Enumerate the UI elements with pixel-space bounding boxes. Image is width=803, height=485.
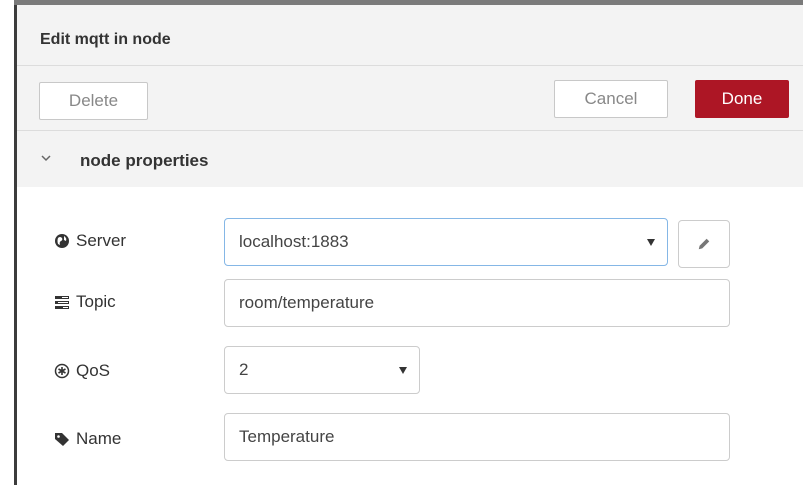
left-gutter bbox=[0, 0, 14, 485]
name-input-value: Temperature bbox=[239, 427, 335, 446]
topic-label-text: Topic bbox=[76, 292, 116, 311]
tasks-icon bbox=[55, 296, 69, 309]
tag-icon bbox=[55, 433, 69, 446]
dialog-title: Edit mqtt in node bbox=[40, 31, 171, 48]
server-select-value: localhost:1883 bbox=[239, 232, 349, 251]
qos-label: QoS bbox=[54, 361, 110, 381]
name-input[interactable]: Temperature bbox=[224, 413, 730, 461]
server-label-text: Server bbox=[76, 231, 127, 250]
pencil-icon bbox=[698, 238, 710, 250]
name-label: Name bbox=[54, 429, 121, 449]
dialog-button-bar: Delete Cancel Done bbox=[17, 66, 803, 131]
done-button[interactable]: Done bbox=[695, 80, 789, 118]
dialog-title-bar: Edit mqtt in node bbox=[17, 5, 803, 66]
server-select[interactable]: localhost:1883 bbox=[224, 218, 668, 266]
screenshot-frame: Edit mqtt in node Delete Cancel Done nod… bbox=[0, 0, 803, 485]
section-title: node properties bbox=[80, 151, 209, 170]
edit-server-button[interactable] bbox=[678, 220, 730, 268]
qos-select-value: 2 bbox=[239, 360, 249, 379]
globe-icon bbox=[55, 234, 69, 248]
server-label: Server bbox=[54, 231, 126, 251]
qos-label-text: QoS bbox=[76, 361, 111, 380]
delete-button[interactable]: Delete bbox=[39, 82, 148, 120]
asterisk-circle-icon bbox=[54, 363, 70, 379]
topic-input-value: room/temperature bbox=[239, 293, 375, 312]
chevron-down-icon bbox=[647, 239, 655, 246]
chevron-down-icon bbox=[41, 155, 51, 162]
chevron-down-icon bbox=[399, 367, 407, 374]
name-label-text: Name bbox=[76, 429, 122, 448]
topic-label: Topic bbox=[54, 292, 116, 312]
cancel-button[interactable]: Cancel bbox=[554, 80, 668, 118]
qos-select[interactable]: 2 bbox=[224, 346, 420, 394]
edit-node-dialog: Edit mqtt in node Delete Cancel Done nod… bbox=[17, 5, 803, 485]
topic-input[interactable]: room/temperature bbox=[224, 279, 730, 327]
node-properties-section-header[interactable]: node properties bbox=[17, 131, 803, 187]
